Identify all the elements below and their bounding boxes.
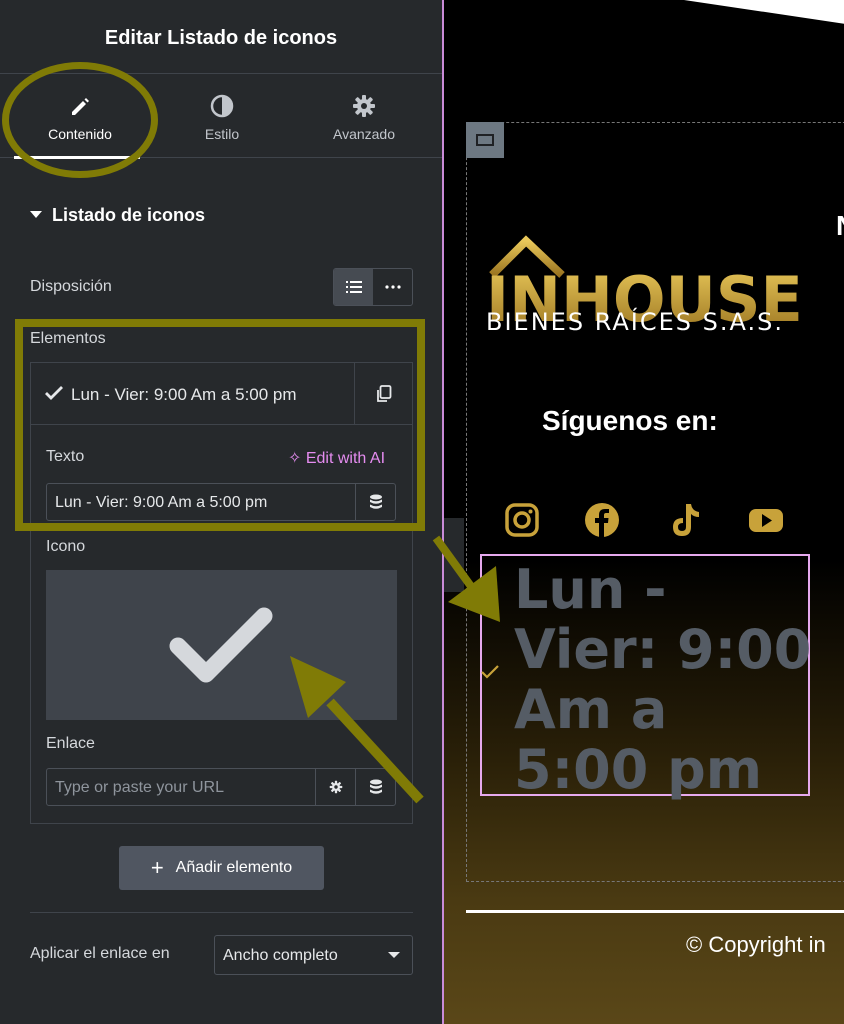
annotation-arrows <box>290 535 500 804</box>
